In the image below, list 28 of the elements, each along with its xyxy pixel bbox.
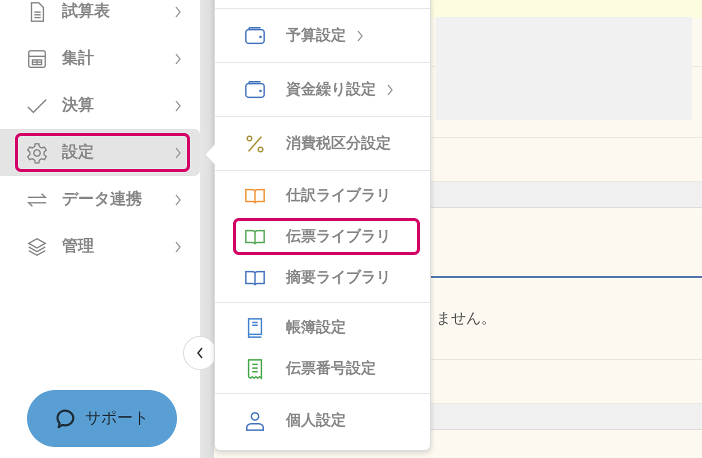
support-button[interactable]: サポート xyxy=(27,390,177,447)
sidebar-item[interactable]: 設定 xyxy=(0,129,200,176)
menu-item[interactable]: 個人設定 xyxy=(215,398,430,443)
menu-item[interactable]: 予算設定 xyxy=(215,13,430,58)
sidebar-item[interactable]: 管理 xyxy=(0,223,200,270)
layers-icon xyxy=(26,236,48,258)
sidebar-item[interactable]: データ連携 xyxy=(0,176,200,223)
chevron-right-icon xyxy=(174,194,182,206)
settings-icon xyxy=(26,142,48,164)
menu-item[interactable]: 消費税区分設定 xyxy=(215,121,430,166)
menu-item[interactable]: 資金繰り設定 xyxy=(215,67,430,112)
chevron-right-icon xyxy=(174,52,182,64)
menu-item[interactable]: 摘要ライブラリ xyxy=(215,257,430,298)
calculator-icon xyxy=(26,48,48,70)
chevron-right-icon xyxy=(174,100,182,112)
sidebar-item[interactable]: 試算表 xyxy=(0,0,200,35)
message-text: ません。 xyxy=(436,309,496,328)
menu-item[interactable]: 伝票ライブラリ xyxy=(215,216,430,257)
chevron-right-icon xyxy=(174,240,182,252)
chevron-right-icon xyxy=(174,146,182,158)
chevron-left-icon xyxy=(196,347,204,359)
sidebar-item[interactable]: 決算 xyxy=(0,82,200,129)
chevron-right-icon xyxy=(174,6,182,18)
menu-item[interactable]: 伝票番号設定 xyxy=(215,348,430,389)
chat-bubble-icon xyxy=(55,408,77,430)
menu-item[interactable]: 仕訳ライブラリ xyxy=(215,175,430,216)
sidebar-item[interactable]: 集計 xyxy=(0,35,200,82)
menu-item[interactable]: 帳簿設定 xyxy=(215,307,430,348)
